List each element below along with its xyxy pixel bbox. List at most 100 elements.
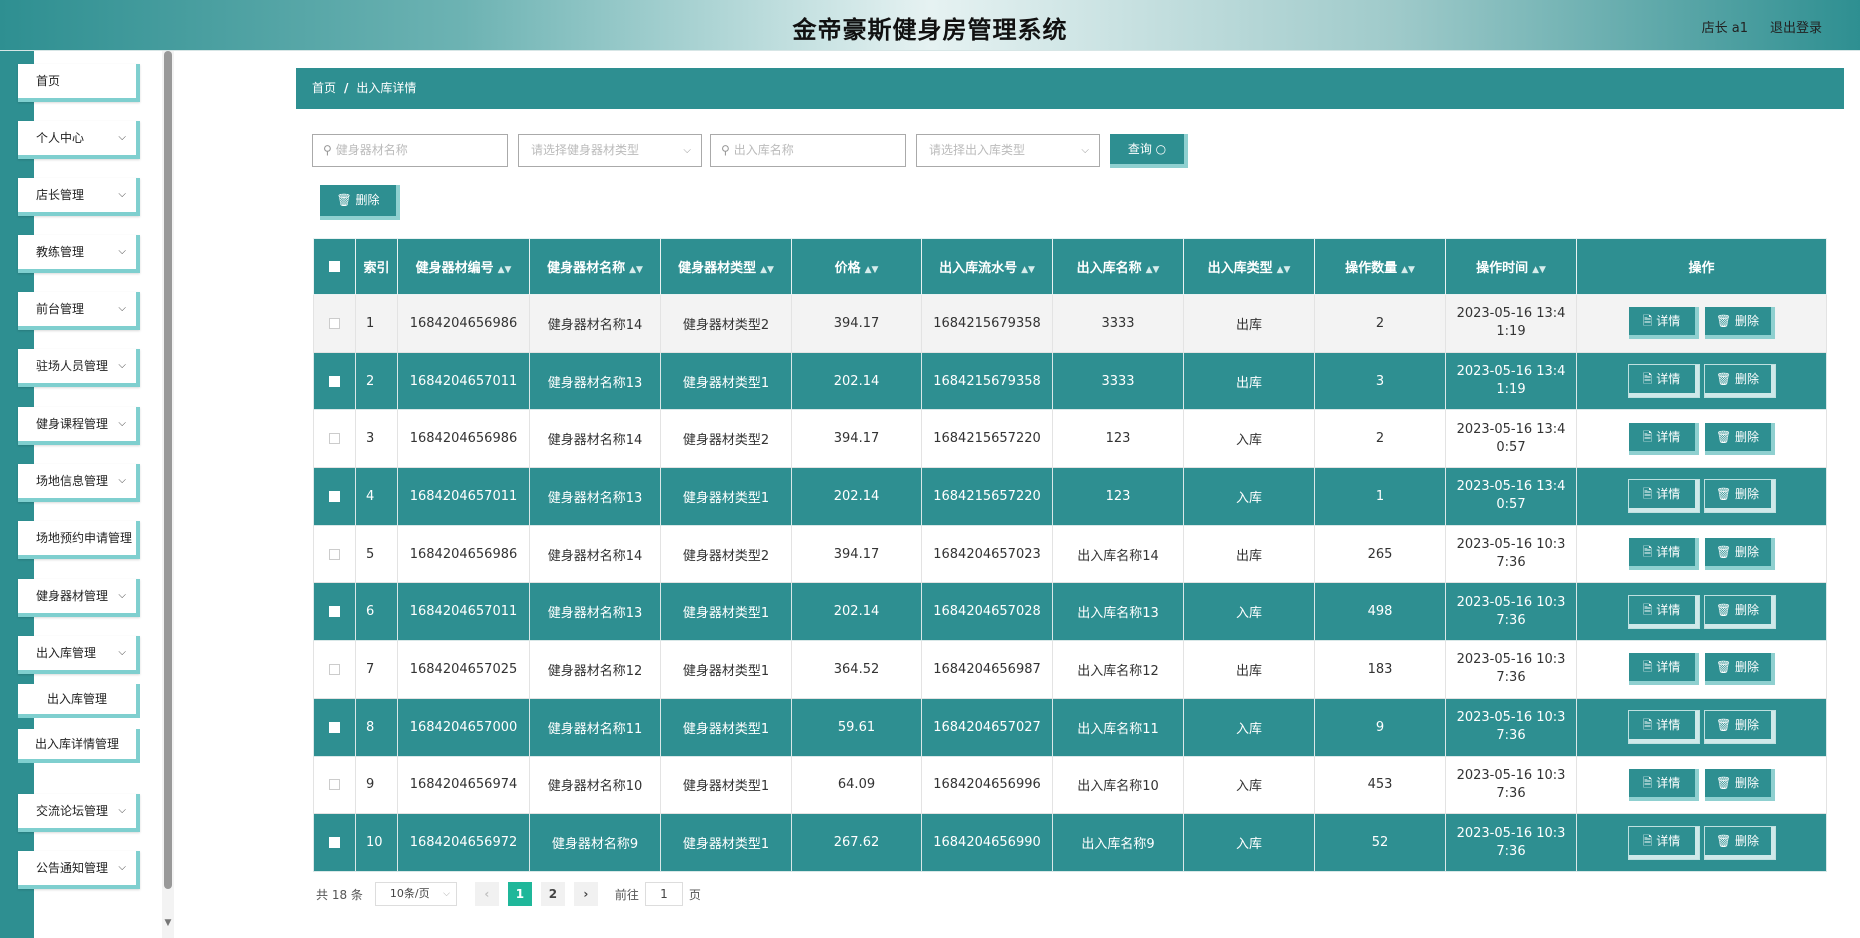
row-delete-button[interactable]: 🗑 删除 [1704,538,1775,571]
row-checkbox[interactable] [329,490,340,502]
sort-icon[interactable]: ▲▼ [1277,265,1291,275]
row-select-cell [313,813,356,872]
row-delete-button[interactable]: 🗑 删除 [1704,307,1775,340]
row-checkbox[interactable] [329,779,340,791]
page-2-button[interactable]: 2 [540,882,565,906]
table-row[interactable]: 2 1684204657011 健身器材名称13 健身器材类型1 202.14 16842… [313,351,1827,411]
sidebar-item-12[interactable]: 交流论坛管理 ⌵ [18,794,140,832]
detail-button[interactable]: 🗎 详情 [1628,595,1699,628]
detail-button[interactable]: 🗎 详情 [1628,826,1699,859]
row-delete-button[interactable]: 🗑 删除 [1704,711,1775,744]
table-row[interactable]: 4 1684204657011 健身器材名称13 健身器材类型1 202.14 16842… [313,467,1827,526]
sidebar-subitem-1[interactable]: 出入库管理 [18,684,140,718]
sidebar-item-5[interactable]: 前台管理 ⌵ [18,292,140,330]
detail-button[interactable]: 🗎 详情 [1628,538,1699,571]
sidebar-item-6[interactable]: 驻场人员管理 ⌵ [18,349,140,387]
page-1-button[interactable]: 1 [507,882,532,906]
row-delete-button[interactable]: 🗑 删除 [1704,365,1775,398]
row-checkbox[interactable] [329,721,340,733]
next-page-button[interactable]: › [573,882,598,906]
sort-icon[interactable]: ▲▼ [1146,265,1160,275]
sort-icon[interactable]: ▲▼ [629,265,643,275]
sidebar-item-11[interactable]: 出入库管理 ⌵ [18,636,140,674]
sidebar-item-10[interactable]: 健身器材管理 ⌵ [18,579,140,617]
row-delete-button[interactable]: 🗑 删除 [1704,480,1775,513]
sort-icon[interactable]: ▲▼ [498,265,512,275]
sort-icon[interactable]: ▲▼ [1532,265,1546,275]
row-delete-button[interactable]: 🗑 删除 [1704,595,1775,628]
sidebar-subitem-2[interactable]: 出入库详情管理 [18,729,140,763]
column-header-6[interactable]: 出入库流水号 ▲▼ [921,238,1053,295]
column-header-label: 健身器材名称 [547,261,626,276]
table-row[interactable]: 7 1684204657025 健身器材名称12 健身器材类型1 364.52 16842… [313,640,1827,699]
column-header-2[interactable]: 健身器材编号 ▲▼ [397,238,530,295]
sidebar-item-2[interactable]: 个人中心 ⌵ [18,121,140,159]
table-row[interactable]: 1 1684204656986 健身器材名称14 健身器材类型2 394.17 16842… [313,294,1827,353]
io-type-select[interactable]: 请选择出入库类型 ⌵ [916,134,1100,167]
sidebar-item-13[interactable]: 公告通知管理 ⌵ [18,851,140,889]
query-button[interactable]: 查询 ○ [1110,134,1188,168]
row-delete-button[interactable]: 🗑 删除 [1704,768,1775,801]
sidebar-item-9[interactable]: 场地预约申请管理 [18,521,140,559]
sidebar-item-label: 首页 [36,74,61,88]
sidebar-item-7[interactable]: 健身课程管理 ⌵ [18,407,140,445]
table-row[interactable]: 8 1684204657000 健身器材名称11 健身器材类型1 59.61 168420… [313,697,1827,757]
row-checkbox[interactable] [329,375,340,387]
chevron-down-icon: ⌵ [118,246,126,257]
sort-icon[interactable]: ▲▼ [865,265,879,275]
page-size-select[interactable]: 10条/页 ⌵ [374,882,457,906]
sidebar-item-1[interactable]: 首页 [18,64,140,102]
sort-icon[interactable]: ▲▼ [1021,265,1035,275]
prev-page-button[interactable]: ‹ [474,882,499,906]
row-delete-button[interactable]: 🗑 删除 [1704,422,1775,455]
column-header-4[interactable]: 健身器材类型 ▲▼ [660,238,792,295]
column-header-8[interactable]: 出入库类型 ▲▼ [1183,238,1315,295]
row-checkbox[interactable] [329,317,340,329]
table-row[interactable]: 6 1684204657011 健身器材名称13 健身器材类型1 202.14 16842… [313,582,1827,642]
row-actions: 🗎 详情 🗑 删除 [1576,697,1827,757]
equipment-name-input[interactable]: ⚲ 健身器材名称 [312,134,508,167]
scroll-down-icon[interactable]: ▼ [162,918,174,930]
table-cell: 2023-05-16 10:37:36 [1445,755,1577,815]
sidebar-scrollbar-thumb[interactable] [164,51,172,889]
io-detail-table: 索引 健身器材编号 ▲▼ 健身器材名称 ▲▼ 健身器材类型 ▲▼ 价格 ▲▼ 出入库流水号 ▲▼ 出入… [313,238,1827,872]
sidebar-item-8[interactable]: 场地信息管理 ⌵ [18,464,140,502]
table-row[interactable]: 3 1684204656986 健身器材名称14 健身器材类型2 394.17 16842… [313,409,1827,469]
io-name-input[interactable]: ⚲ 出入库名称 [710,134,906,167]
detail-button[interactable]: 🗎 详情 [1628,653,1699,686]
row-checkbox[interactable] [329,606,340,618]
table-row[interactable]: 9 1684204656974 健身器材名称10 健身器材类型1 64.09 168420… [313,755,1827,815]
equipment-type-select[interactable]: 请选择健身器材类型 ⌵ [518,134,702,167]
table-cell: 健身器材类型1 [660,467,792,526]
goto-page-input[interactable]: 1 [644,882,683,906]
row-delete-button[interactable]: 🗑 删除 [1704,653,1775,686]
current-user-label[interactable]: 店长 a1 [1702,17,1748,36]
sort-icon[interactable]: ▲▼ [760,265,774,275]
detail-button[interactable]: 🗎 详情 [1628,307,1699,340]
row-checkbox[interactable] [329,837,340,849]
detail-button[interactable]: 🗎 详情 [1628,711,1699,744]
table-row[interactable]: 5 1684204656986 健身器材名称14 健身器材类型2 394.17 16842… [313,524,1827,584]
sort-icon[interactable]: ▲▼ [1401,265,1415,275]
batch-delete-button[interactable]: 🗑 删除 [320,185,400,220]
column-header-10[interactable]: 操作时间 ▲▼ [1445,238,1577,295]
table-cell: 394.17 [791,524,922,584]
row-checkbox[interactable] [329,548,340,560]
column-header-5[interactable]: 价格 ▲▼ [791,238,922,295]
sidebar-item-3[interactable]: 店长管理 ⌵ [18,178,140,216]
row-checkbox[interactable] [329,433,340,445]
row-delete-button[interactable]: 🗑 删除 [1704,826,1775,859]
row-checkbox[interactable] [329,663,340,675]
select-all-checkbox[interactable] [329,261,340,272]
table-row[interactable]: 10 1684204656972 健身器材名称9 健身器材类型1 267.62 16842… [313,813,1827,872]
logout-link[interactable]: 退出登录 [1770,17,1822,36]
column-header-9[interactable]: 操作数量 ▲▼ [1314,238,1446,295]
detail-button[interactable]: 🗎 详情 [1628,422,1699,455]
breadcrumb-home[interactable]: 首页 [312,81,336,95]
column-header-3[interactable]: 健身器材名称 ▲▼ [529,238,661,295]
detail-button[interactable]: 🗎 详情 [1628,768,1699,801]
detail-button[interactable]: 🗎 详情 [1628,480,1699,513]
sidebar-item-4[interactable]: 教练管理 ⌵ [18,235,140,273]
detail-button[interactable]: 🗎 详情 [1628,365,1699,398]
column-header-7[interactable]: 出入库名称 ▲▼ [1052,238,1184,295]
